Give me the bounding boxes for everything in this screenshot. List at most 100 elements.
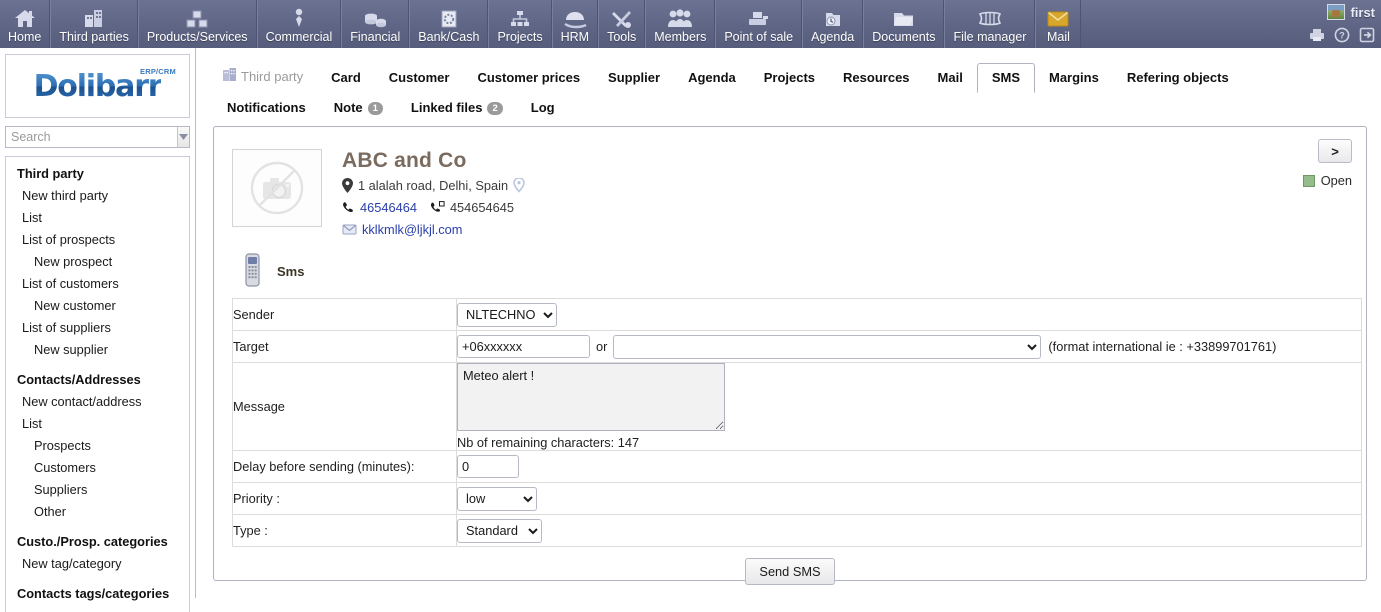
topmenu-item-file-manager[interactable]: File manager xyxy=(944,0,1036,48)
next-record-button[interactable]: > xyxy=(1318,139,1352,163)
tab-supplier[interactable]: Supplier xyxy=(594,64,674,92)
tab-resources[interactable]: Resources xyxy=(829,64,923,92)
field-sender: NLTECHNO xyxy=(456,298,1362,331)
topmenu-item-home[interactable]: Home xyxy=(0,0,51,48)
topmenu-item-projects[interactable]: Projects xyxy=(488,0,552,48)
sidebar-item-new-third-party[interactable]: New third party xyxy=(6,185,189,207)
tab-linked-files[interactable]: Linked files 2 xyxy=(397,94,517,122)
topmenu-item-point-of-sale[interactable]: Point of sale xyxy=(715,0,803,48)
topbar-action-icons: ? xyxy=(1309,27,1375,46)
company-email[interactable]: kklkmlk@ljkjl.com xyxy=(362,220,462,239)
sidebar-item-contacts-customers[interactable]: Customers xyxy=(6,457,189,479)
members-icon xyxy=(654,6,706,29)
topmenu-item-commercial[interactable]: Commercial xyxy=(256,0,342,48)
email-icon xyxy=(342,223,357,236)
topmenu-item-third-parties[interactable]: Third parties xyxy=(50,0,138,48)
topmenu-label: Projects xyxy=(497,30,543,44)
topmenu-item-mail[interactable]: Mail xyxy=(1035,0,1082,48)
sidebar-item-new-prospect[interactable]: New prospect xyxy=(6,251,189,273)
tab-projects[interactable]: Projects xyxy=(750,64,829,92)
tab-margins[interactable]: Margins xyxy=(1035,64,1113,92)
tab-customer-prices[interactable]: Customer prices xyxy=(463,64,594,92)
topmenu-item-tools[interactable]: Tools xyxy=(598,0,646,48)
help-icon[interactable]: ? xyxy=(1334,27,1350,46)
coins-icon xyxy=(350,6,400,29)
sidebar-item-new-tag-category[interactable]: New tag/category xyxy=(6,553,189,575)
company-info: ABC and Co 1 alalah road, Delhi, Spain 4… xyxy=(342,149,525,239)
sidebar-item-list-of-customers[interactable]: List of customers xyxy=(6,273,189,295)
send-sms-button[interactable]: Send SMS xyxy=(745,558,835,585)
topmenu-label: Products/Services xyxy=(146,30,248,44)
status-badge: 2 xyxy=(487,101,503,115)
object-type-title: Third party xyxy=(213,62,317,92)
target-contact-select[interactable] xyxy=(613,334,1042,359)
sidebar-item-contacts-prospects[interactable]: Prospects xyxy=(6,435,189,457)
sidebar-item-contacts-other[interactable]: Other xyxy=(6,501,189,523)
printer-icon[interactable] xyxy=(1309,28,1325,45)
topmenu-item-products-services[interactable]: Products/Services xyxy=(137,0,257,48)
tab-mail[interactable]: Mail xyxy=(924,64,977,92)
phone-copy-icon[interactable] xyxy=(430,200,445,215)
map-marker-link-icon[interactable] xyxy=(513,178,525,193)
topmenu-label: Agenda xyxy=(811,30,855,44)
target-input[interactable] xyxy=(457,335,590,358)
sms-section-title: Sms xyxy=(277,264,305,279)
type-select[interactable]: Standard xyxy=(457,518,542,543)
topmenu-label: Mail xyxy=(1046,30,1070,44)
label-target: Target xyxy=(232,330,457,363)
target-or-label: or xyxy=(596,339,608,354)
user-zone[interactable]: first xyxy=(1327,1,1375,23)
sidebar-item-list-of-suppliers[interactable]: List of suppliers xyxy=(6,317,189,339)
card-status-zone: > Open xyxy=(1302,139,1352,188)
tab-refering-objects[interactable]: Refering objects xyxy=(1113,64,1243,92)
priority-select[interactable]: low xyxy=(457,486,537,511)
label-message: Message xyxy=(232,362,457,451)
topmenu-label: Commercial xyxy=(265,30,333,44)
topmenu-label: Third parties xyxy=(59,30,129,44)
sidebar-item-contacts-list[interactable]: List xyxy=(6,413,189,435)
clock-folder-icon xyxy=(811,6,854,29)
topmenu-item-documents[interactable]: Documents xyxy=(863,0,945,48)
topmenu-item-financial[interactable]: Financial xyxy=(341,0,410,48)
search-dropdown-toggle[interactable] xyxy=(177,127,189,147)
left-sidebar: Dolibarr ERP/CRM Third party New third p… xyxy=(0,48,196,612)
tab-note[interactable]: Note 1 xyxy=(320,94,397,122)
topmenu-item-hrm[interactable]: HRM xyxy=(551,0,599,48)
app-logo[interactable]: Dolibarr ERP/CRM xyxy=(5,54,190,118)
topmenu-label: Bank/Cash xyxy=(418,30,480,44)
sidebar-item-new-supplier[interactable]: New supplier xyxy=(6,339,189,361)
avatar xyxy=(1327,4,1346,20)
topmenu-label: Financial xyxy=(350,30,401,44)
tab-agenda[interactable]: Agenda xyxy=(674,64,750,92)
company-photo-placeholder xyxy=(232,149,322,227)
sidebar-item-new-customer[interactable]: New customer xyxy=(6,295,189,317)
tab-notifications[interactable]: Notifications xyxy=(213,94,320,122)
tab-customer[interactable]: Customer xyxy=(375,64,464,92)
tab-log[interactable]: Log xyxy=(517,94,569,122)
message-textarea[interactable] xyxy=(457,363,725,431)
tab-card[interactable]: Card xyxy=(317,64,375,92)
topmenu-item-agenda[interactable]: Agenda xyxy=(802,0,864,48)
logo-suffix: ERP/CRM xyxy=(140,67,176,76)
sidebar-item-list-of-prospects[interactable]: List of prospects xyxy=(6,229,189,251)
delay-input[interactable] xyxy=(457,455,519,478)
topmenu-item-members[interactable]: Members xyxy=(645,0,716,48)
company-phone-line: 46546464 454654645 xyxy=(342,198,525,217)
tab-sms[interactable]: SMS xyxy=(976,63,1035,93)
logout-icon[interactable] xyxy=(1359,27,1375,46)
tab-bar: Third party Card Customer Customer price… xyxy=(197,48,1381,122)
form-row-priority: Priority : low xyxy=(232,482,1362,515)
status-badge: Open xyxy=(1302,173,1352,188)
sidebar-search[interactable] xyxy=(5,126,190,148)
search-input[interactable] xyxy=(6,127,177,147)
topmenu-item-bank-cash[interactable]: Bank/Cash xyxy=(409,0,489,48)
status-label: Open xyxy=(1320,173,1352,188)
field-message: Nb of remaining characters: 147 xyxy=(456,362,1362,451)
sidebar-group-head: Custo./Prosp. categories xyxy=(17,534,168,549)
sender-select[interactable]: NLTECHNO xyxy=(457,302,557,327)
tab-label: Linked files xyxy=(410,100,483,115)
company-phone-primary[interactable]: 46546464 xyxy=(360,198,417,217)
sidebar-item-new-contact-address[interactable]: New contact/address xyxy=(6,391,189,413)
sidebar-item-contacts-suppliers[interactable]: Suppliers xyxy=(6,479,189,501)
sidebar-item-list[interactable]: List xyxy=(6,207,189,229)
